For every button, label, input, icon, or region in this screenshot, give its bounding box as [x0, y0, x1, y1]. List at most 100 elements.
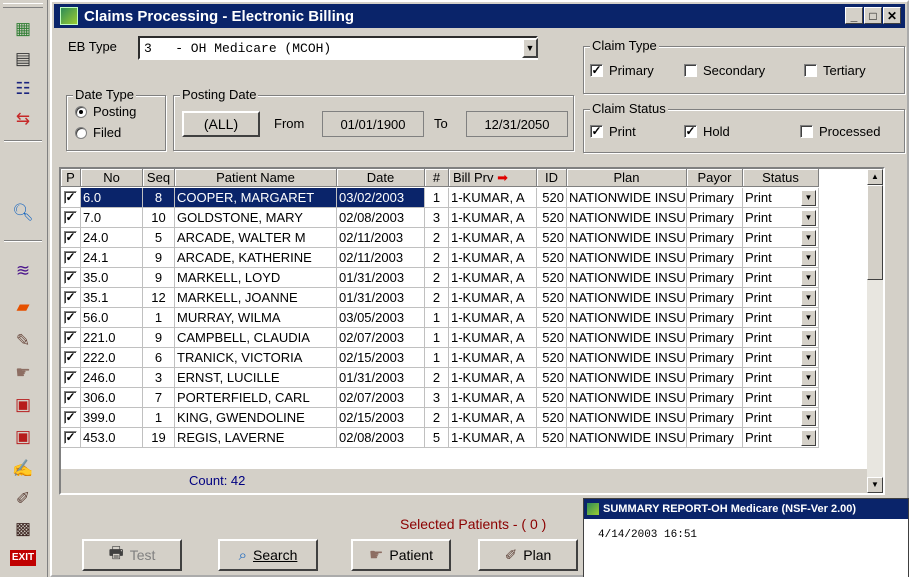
claim-status-processed-checkbox[interactable]: Processed [800, 124, 880, 139]
test-button[interactable]: 🖶︎ Test [82, 539, 182, 571]
claims-grid[interactable]: P No Seq Patient Name Date # Bill Prv ➡ ID Plan P… [59, 167, 885, 495]
pen-icon[interactable]: ✎ [10, 328, 36, 352]
date-type-posting-radio[interactable]: Posting [75, 104, 136, 119]
status-select[interactable]: Print ▼ [743, 348, 819, 368]
row-select-checkbox[interactable]: ✓ [61, 348, 81, 368]
disk-stack-icon[interactable]: ≋ [10, 258, 36, 282]
grid-vertical-scrollbar[interactable]: ▲ ▼ [867, 169, 883, 493]
billing-icon[interactable]: ▣ [10, 392, 36, 416]
chevron-down-icon[interactable]: ▼ [801, 389, 816, 406]
to-date-field[interactable]: 12/31/2050 [466, 111, 568, 137]
chevron-down-icon[interactable]: ▼ [801, 429, 816, 446]
row-select-checkbox[interactable]: ✓ [61, 428, 81, 448]
scroll-up-button[interactable]: ▲ [867, 169, 883, 185]
status-select[interactable]: Print ▼ [743, 208, 819, 228]
chevron-down-icon[interactable]: ▼ [801, 289, 816, 306]
chevron-down-icon[interactable]: ▼ [801, 229, 816, 246]
row-select-checkbox[interactable]: ✓ [61, 248, 81, 268]
table-row[interactable]: ✓ 35.1 12 MARKELL, JOANNE 01/31/2003 2 1-KUMAR… [61, 288, 871, 308]
table-row[interactable]: ✓ 399.0 1 KING, GWENDOLINE 02/15/2003 2 1-KUMA… [61, 408, 871, 428]
date-type-filed-radio[interactable]: Filed [75, 125, 121, 140]
row-select-checkbox[interactable]: ✓ [61, 228, 81, 248]
column-header[interactable]: Patient Name [175, 169, 337, 187]
column-header[interactable]: Bill Prv ➡ [449, 169, 537, 187]
chevron-down-icon[interactable]: ▼ [801, 269, 816, 286]
chevron-down-icon[interactable]: ▼ [801, 209, 816, 226]
find-icon[interactable]: 🔍︎ [10, 200, 36, 224]
column-header[interactable]: Status [743, 169, 819, 187]
status-select[interactable]: Print ▼ [743, 188, 819, 208]
eb-type-dropdown-button[interactable]: ▼ [522, 38, 538, 58]
chevron-down-icon[interactable]: ▼ [801, 189, 816, 206]
table-row[interactable]: ✓ 306.0 7 PORTERFIELD, CARL 02/07/2003 3 1-KUM… [61, 388, 871, 408]
table-row[interactable]: ✓ 221.0 9 CAMPBELL, CLAUDIA 02/07/2003 1 1-KUM… [61, 328, 871, 348]
summary-report-window[interactable]: SUMMARY REPORT-OH Medicare (NSF-Ver 2.00… [583, 498, 909, 577]
notepad-icon[interactable]: ▤ [10, 46, 36, 70]
scroll-down-button[interactable]: ▼ [867, 477, 883, 493]
claim-status-hold-checkbox[interactable]: ✓ Hold [684, 124, 730, 139]
status-select[interactable]: Print ▼ [743, 308, 819, 328]
column-header[interactable]: Seq [143, 169, 175, 187]
chevron-down-icon[interactable]: ▼ [801, 329, 816, 346]
grid-icon[interactable]: ▦ [10, 16, 36, 40]
claim-status-print-checkbox[interactable]: ✓ Print [590, 124, 636, 139]
column-header[interactable]: P [61, 169, 81, 187]
column-header[interactable]: # [425, 169, 449, 187]
table-row[interactable]: ✓ 6.0 8 COOPER, MARGARET 03/02/2003 1 1-KUMAR,… [61, 188, 871, 208]
row-select-checkbox[interactable]: ✓ [61, 328, 81, 348]
claim-type-tertiary-checkbox[interactable]: Tertiary [804, 63, 866, 78]
table-row[interactable]: ✓ 222.0 6 TRANICK, VICTORIA 02/15/2003 1 1-KUM… [61, 348, 871, 368]
column-header[interactable]: No [81, 169, 143, 187]
list-icon[interactable]: ☷ [10, 76, 36, 100]
summary-title-bar[interactable]: SUMMARY REPORT-OH Medicare (NSF-Ver 2.00… [584, 499, 908, 519]
swap-icon[interactable]: ⇆ [10, 106, 36, 130]
exit-button[interactable]: EXIT [10, 550, 36, 566]
all-dates-button[interactable]: (ALL) [182, 111, 260, 137]
maximize-button[interactable]: □ [864, 7, 882, 24]
row-select-checkbox[interactable]: ✓ [61, 268, 81, 288]
row-select-checkbox[interactable]: ✓ [61, 368, 81, 388]
table-row[interactable]: ✓ 7.0 10 GOLDSTONE, MARY 02/08/2003 3 1-KUMAR,… [61, 208, 871, 228]
row-select-checkbox[interactable]: ✓ [61, 208, 81, 228]
claim-type-primary-checkbox[interactable]: ✓ Primary [590, 63, 654, 78]
status-select[interactable]: Print ▼ [743, 368, 819, 388]
chevron-down-icon[interactable]: ▼ [801, 409, 816, 426]
eb-type-select[interactable]: 3 - OH Medicare (MCOH) [138, 36, 538, 60]
close-button[interactable]: ✕ [883, 7, 901, 24]
status-select[interactable]: Print ▼ [743, 388, 819, 408]
table-row[interactable]: ✓ 56.0 1 MURRAY, WILMA 03/05/2003 1 1-KUMAR, A… [61, 308, 871, 328]
table-row[interactable]: ✓ 35.0 9 MARKELL, LOYD 01/31/2003 2 1-KUMAR, A… [61, 268, 871, 288]
table-row[interactable]: ✓ 24.1 9 ARCADE, KATHERINE 02/11/2003 2 1-KUMA… [61, 248, 871, 268]
chevron-down-icon[interactable]: ▼ [801, 249, 816, 266]
briefcase-icon[interactable]: ▩ [10, 516, 36, 540]
patient-button[interactable]: ☛ Patient [351, 539, 451, 571]
billing-alt-icon[interactable]: ▣ [10, 424, 36, 448]
row-select-checkbox[interactable]: ✓ [61, 388, 81, 408]
scroll-thumb[interactable] [867, 185, 883, 280]
status-select[interactable]: Print ▼ [743, 248, 819, 268]
table-row[interactable]: ✓ 24.0 5 ARCADE, WALTER M 02/11/2003 2 1-KUMAR… [61, 228, 871, 248]
table-row[interactable]: ✓ 246.0 3 ERNST, LUCILLE 01/31/2003 2 1-KUMAR,… [61, 368, 871, 388]
row-select-checkbox[interactable]: ✓ [61, 408, 81, 428]
chevron-down-icon[interactable]: ▼ [801, 349, 816, 366]
chevron-down-icon[interactable]: ▼ [801, 369, 816, 386]
folder-icon[interactable]: ▰ [10, 294, 36, 318]
table-row[interactable]: ✓ 453.0 19 REGIS, LAVERNE 02/08/2003 5 1-KUMAR… [61, 428, 871, 448]
status-select[interactable]: Print ▼ [743, 428, 819, 448]
row-select-checkbox[interactable]: ✓ [61, 308, 81, 328]
search-button[interactable]: ⌕ Search [218, 539, 318, 571]
row-select-checkbox[interactable]: ✓ [61, 188, 81, 208]
status-select[interactable]: Print ▼ [743, 228, 819, 248]
claim-type-secondary-checkbox[interactable]: Secondary [684, 63, 765, 78]
column-header[interactable]: Date [337, 169, 425, 187]
column-header[interactable]: Payor [687, 169, 743, 187]
chevron-down-icon[interactable]: ▼ [801, 309, 816, 326]
status-select[interactable]: Print ▼ [743, 268, 819, 288]
edit-list-icon[interactable]: ✍ [10, 456, 36, 480]
status-select[interactable]: Print ▼ [743, 288, 819, 308]
from-date-field[interactable]: 01/01/1900 [322, 111, 424, 137]
status-select[interactable]: Print ▼ [743, 328, 819, 348]
column-header[interactable]: Plan [567, 169, 687, 187]
minimize-button[interactable]: _ [845, 7, 863, 24]
signature-icon[interactable]: ✐ [10, 486, 36, 510]
